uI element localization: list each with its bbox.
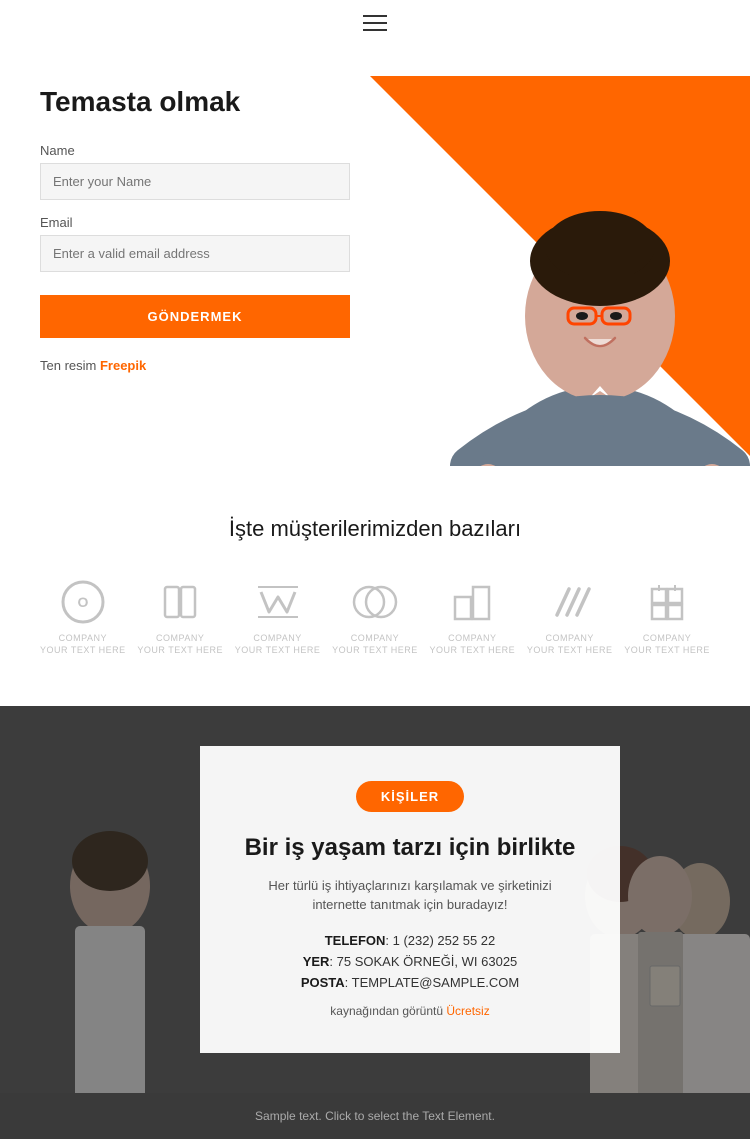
client-logo-3: COMPANYYOUR TEXT HERE [235,577,321,656]
client-logo-5-text: COMPANYYOUR TEXT HERE [430,633,516,656]
svg-text:O: O [77,594,88,610]
location-line: YER: 75 SOKAK ÖRNEĞİ, WI 63025 [240,954,580,969]
clients-title: İşte müşterilerimizden bazıları [40,516,710,542]
client-logo-4-text: COMPANYYOUR TEXT HERE [332,633,418,656]
client-logo-3-text: COMPANYYOUR TEXT HERE [235,633,321,656]
hamburger-line-3 [363,29,387,31]
client-logo-5-svg [447,577,497,627]
credit-link[interactable]: Freepik [100,358,146,373]
client-logo-1-text: COMPANYYOUR TEXT HERE [40,633,126,656]
hamburger-line-1 [363,15,387,17]
client-logo-7-text: COMPANYYOUR TEXT HERE [624,633,710,656]
client-logo-1-svg: O [58,577,108,627]
email-field-group: Email [40,215,350,272]
email-label: Email [40,215,350,230]
team-section: KİŞİLER Bir iş yaşam tarzı için birlikte… [0,706,750,1092]
hero-visual [320,46,750,466]
hero-section: Temasta olmak Name Email GÖNDERMEK Ten r… [0,46,750,466]
email-value: TEMPLATE@SAMPLE.COM [352,975,520,990]
hamburger-line-2 [363,22,387,24]
phone-value: 1 (232) 252 55 22 [393,933,496,948]
clients-section: İşte müşterilerimizden bazıları O COMPAN… [0,466,750,706]
client-logo-6: COMPANYYOUR TEXT HERE [527,577,613,656]
hero-image-svg [320,46,750,466]
hero-content: Temasta olmak Name Email GÖNDERMEK Ten r… [40,86,350,373]
credit-text: Ten resim Freepik [40,358,350,373]
contact-form: Name Email GÖNDERMEK [40,143,350,338]
client-logo-6-svg [545,577,595,627]
phone-line: TELEFON: 1 (232) 252 55 22 [240,933,580,948]
header [0,0,750,46]
client-logo-7: COMPANYYOUR TEXT HERE [624,577,710,656]
email-input[interactable] [40,235,350,272]
client-logo-3-svg [253,577,303,627]
hero-image [320,46,750,466]
client-logo-4: COMPANYYOUR TEXT HERE [332,577,418,656]
clients-logos-container: O COMPANYYOUR TEXT HERE COMPANYYOUR TEXT… [40,577,710,656]
name-input[interactable] [40,163,350,200]
team-badge: KİŞİLER [356,781,464,812]
client-logo-4-svg [350,577,400,627]
hamburger-menu-button[interactable] [363,15,387,31]
hero-title: Temasta olmak [40,86,350,118]
name-field-group: Name [40,143,350,200]
client-logo-5: COMPANYYOUR TEXT HERE [430,577,516,656]
client-logo-7-svg [642,577,692,627]
client-logo-2-svg [155,577,205,627]
client-logo-6-text: COMPANYYOUR TEXT HERE [527,633,613,656]
email-line: POSTA: TEMPLATE@SAMPLE.COM [240,975,580,990]
team-card: KİŞİLER Bir iş yaşam tarzı için birlikte… [200,746,620,1052]
footer-text: Sample text. Click to select the Text El… [16,1109,734,1123]
source-text: kaynağından görüntü Ücretsiz [240,1004,580,1018]
location-label: YER [303,954,330,969]
client-logo-2-text: COMPANYYOUR TEXT HERE [137,633,223,656]
email-label: POSTA [301,975,345,990]
client-logo-2: COMPANYYOUR TEXT HERE [137,577,223,656]
team-title: Bir iş yaşam tarzı için birlikte [240,832,580,863]
client-logo-1: O COMPANYYOUR TEXT HERE [40,577,126,656]
submit-button[interactable]: GÖNDERMEK [40,295,350,338]
phone-label: TELEFON [325,933,386,948]
footer: Sample text. Click to select the Text El… [0,1093,750,1139]
source-link[interactable]: Ücretsiz [446,1004,489,1018]
team-description: Her türlü iş ihtiyaçlarınızı karşılamak … [240,876,580,915]
location-value: 75 SOKAK ÖRNEĞİ, WI 63025 [337,954,518,969]
contact-info: TELEFON: 1 (232) 252 55 22 YER: 75 SOKAK… [240,933,580,990]
source-prefix: kaynağından görüntü [330,1004,446,1018]
credit-prefix: Ten resim [40,358,100,373]
name-label: Name [40,143,350,158]
